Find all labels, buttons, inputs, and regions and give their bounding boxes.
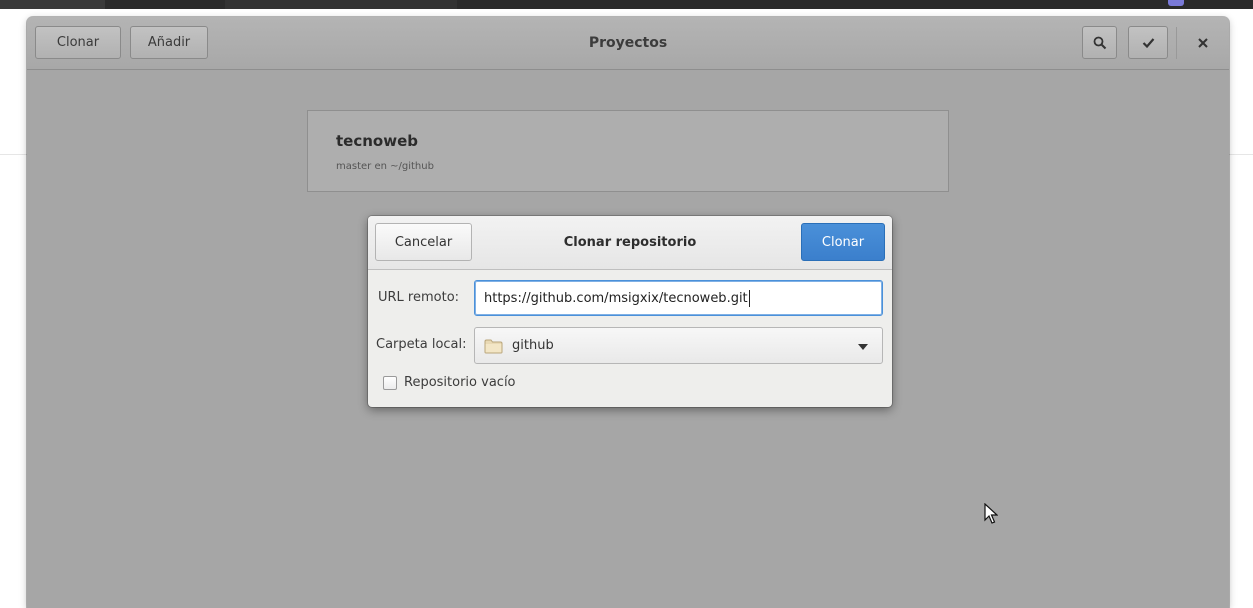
header-separator	[1176, 27, 1177, 59]
clone-repository-dialog: Cancelar Clonar repositorio Clonar URL r…	[368, 216, 892, 407]
empty-repository-label[interactable]: Repositorio vacío	[404, 375, 516, 390]
chevron-down-icon	[858, 344, 868, 350]
remote-url-input[interactable]: https://github.com/msigxix/tecnoweb.git	[474, 280, 883, 316]
search-icon	[1093, 36, 1106, 49]
background-badge	[1168, 0, 1184, 6]
local-folder-label: Carpeta local:	[376, 337, 467, 352]
local-folder-value: github	[512, 338, 554, 353]
remote-url-value: https://github.com/msigxix/tecnoweb.git	[484, 290, 748, 306]
clone-button[interactable]: Clonar	[35, 26, 121, 59]
header-bar: Clonar Añadir Proyectos	[27, 17, 1229, 70]
dialog-header: Cancelar Clonar repositorio Clonar	[368, 216, 892, 270]
folder-icon	[484, 339, 503, 354]
projects-window: Clonar Añadir Proyectos tecnoweb master …	[27, 17, 1229, 608]
top-strip	[0, 0, 1253, 9]
dialog-clone-button[interactable]: Clonar	[801, 223, 885, 261]
project-list-item[interactable]: tecnoweb master en ~/github	[307, 110, 949, 192]
add-button[interactable]: Añadir	[130, 26, 208, 59]
search-button[interactable]	[1082, 26, 1117, 59]
cancel-button[interactable]: Cancelar	[375, 223, 472, 261]
select-button[interactable]	[1128, 26, 1168, 59]
empty-repository-checkbox[interactable]	[383, 376, 397, 390]
url-label: URL remoto:	[378, 290, 460, 305]
background-tab-middle	[225, 0, 457, 9]
background-tab-left	[0, 0, 105, 9]
close-icon	[1198, 38, 1208, 48]
close-button[interactable]	[1190, 30, 1216, 56]
text-caret	[748, 289, 750, 307]
check-icon	[1142, 38, 1154, 48]
local-folder-combo[interactable]: github	[474, 327, 883, 364]
project-branch-path: master en ~/github	[336, 161, 434, 172]
project-name: tecnoweb	[336, 132, 418, 150]
mouse-cursor-icon	[984, 503, 998, 524]
